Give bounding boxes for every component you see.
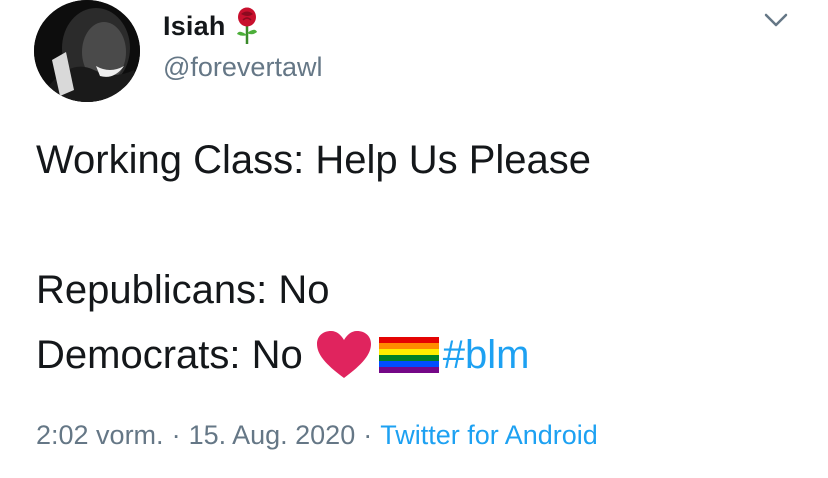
tweet-text-line-3-prefix: Democrats: No xyxy=(36,332,303,377)
tweet-text-line-2: Republicans: No xyxy=(36,268,330,312)
tweet-date[interactable]: 15. Aug. 2020 xyxy=(189,420,356,451)
hashtag-link[interactable]: #blm xyxy=(443,333,530,378)
avatar[interactable] xyxy=(34,0,140,102)
tweet-text-line-3: Democrats: No #blm xyxy=(36,330,529,380)
rose-icon xyxy=(234,7,260,45)
meta-separator: · xyxy=(171,420,181,450)
chevron-down-icon[interactable] xyxy=(762,10,790,30)
heart-icon xyxy=(315,330,373,380)
author-name-row[interactable]: Isiah xyxy=(163,6,260,46)
tweet-meta: 2:02 vorm. · 15. Aug. 2020 · Twitter for… xyxy=(36,420,598,451)
tweet-card: Isiah @forevertawl Working Class: Help U… xyxy=(0,0,828,478)
meta-separator-2: · xyxy=(363,420,373,450)
tweet-source-link[interactable]: Twitter for Android xyxy=(380,420,598,451)
tweet-time[interactable]: 2:02 vorm. xyxy=(36,420,164,451)
tweet-text-line-1: Working Class: Help Us Please xyxy=(36,138,592,182)
rainbow-flag-icon xyxy=(378,335,439,375)
author-name[interactable]: Isiah xyxy=(163,11,226,42)
author-handle[interactable]: @forevertawl xyxy=(163,52,322,83)
